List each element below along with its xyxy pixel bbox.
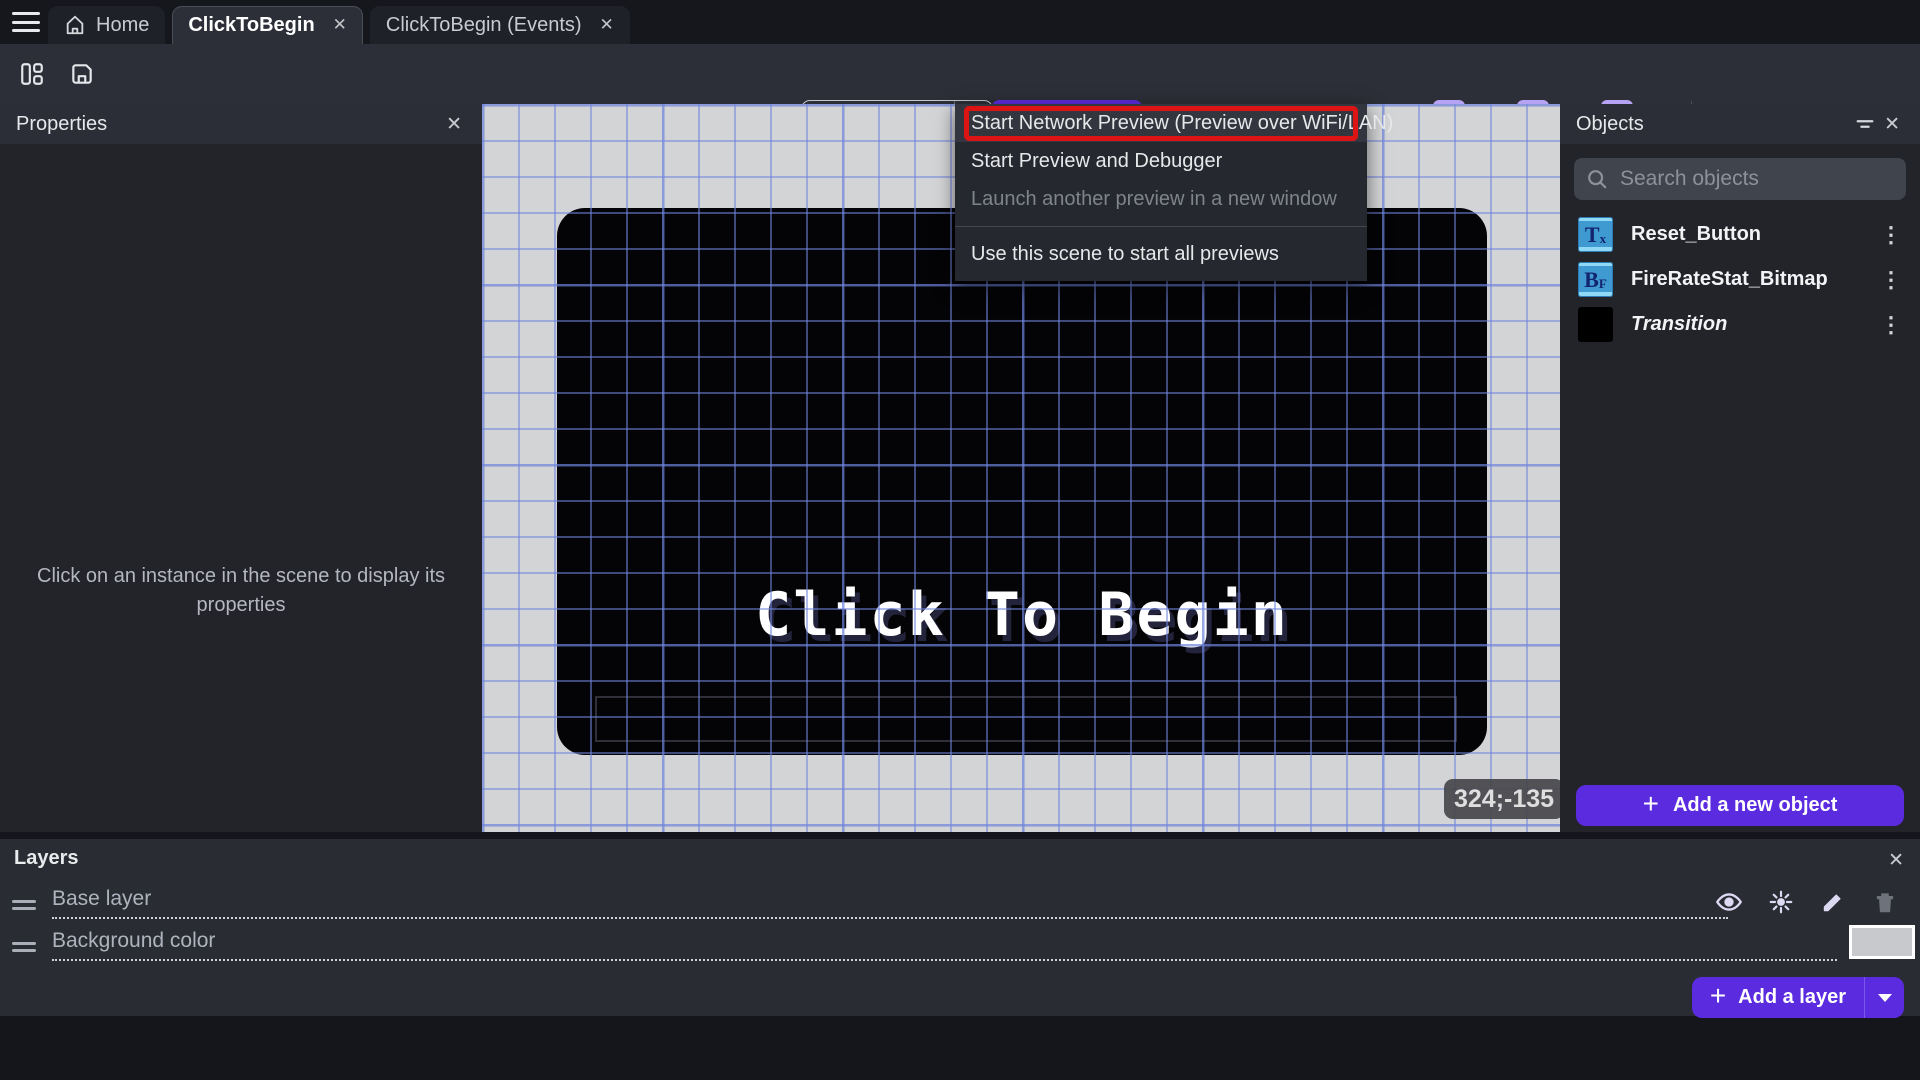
main-toolbar: Preview Publish xyxy=(0,44,1920,140)
game-screen-background[interactable]: Click To Begin xyxy=(557,208,1487,755)
background-color-swatch[interactable] xyxy=(1849,925,1915,959)
search-objects-input[interactable] xyxy=(1620,167,1894,191)
tab-label: ClickToBegin xyxy=(188,13,315,36)
object-row-transition[interactable]: Transition ⋮ xyxy=(1560,302,1920,347)
object-name: Reset_Button xyxy=(1631,223,1762,245)
object-menu-icon[interactable]: ⋮ xyxy=(1876,222,1906,248)
gdevelop-editor-window: Home ClickToBegin ✕ ClickToBegin (Events… xyxy=(0,0,1920,1080)
sprite-object-icon xyxy=(1578,307,1613,342)
menu-divider xyxy=(955,226,1367,227)
layer-row-base-layer[interactable]: Base layer xyxy=(12,879,1728,919)
chevron-down-icon xyxy=(1877,993,1892,1002)
toolbar-left-group xyxy=(16,58,98,90)
layer-name[interactable]: Base layer xyxy=(52,887,1728,919)
layers-panel-title: Layers xyxy=(14,847,79,869)
menu-item-use-scene-for-previews[interactable]: Use this scene to start all previews xyxy=(955,235,1367,273)
close-objects-icon[interactable]: ✕ xyxy=(1880,109,1904,140)
layers-panel: Layers ✕ Base layer Background color + A… xyxy=(0,839,1920,1018)
close-layers-icon[interactable]: ✕ xyxy=(1884,845,1908,876)
click-to-begin-text-instance[interactable]: Click To Begin xyxy=(557,580,1487,650)
close-tab-icon[interactable]: ✕ xyxy=(333,15,347,35)
tab-scene-clicktobegin[interactable]: ClickToBegin ✕ xyxy=(172,6,363,44)
object-name: FireRateStat_Bitmap xyxy=(1631,268,1828,290)
add-object-label: Add a new object xyxy=(1672,794,1838,816)
add-layer-split-button: + Add a layer xyxy=(1691,977,1904,1018)
base-layer-actions xyxy=(1712,885,1902,919)
home-icon xyxy=(64,14,86,36)
tab-label: Home xyxy=(96,13,150,36)
tab-label: ClickToBegin (Events) xyxy=(385,13,582,36)
close-tab-icon[interactable]: ✕ xyxy=(600,15,614,35)
layers-region: Layers ✕ Base layer Background color + A… xyxy=(0,832,1920,1080)
add-layer-label: Add a layer xyxy=(1738,986,1846,1008)
drag-handle-icon[interactable] xyxy=(12,900,36,910)
menu-item-launch-another-preview: Launch another preview in a new window xyxy=(971,188,1337,210)
tab-events-clicktobegin[interactable]: ClickToBegin (Events) ✕ xyxy=(369,6,630,44)
edit-layer-icon[interactable] xyxy=(1816,885,1850,919)
properties-panel-header: Properties ✕ xyxy=(0,104,482,144)
instance-bounding-box xyxy=(595,696,1457,742)
object-row-fireratestat-bitmap[interactable]: BF FireRateStat_Bitmap ⋮ xyxy=(1560,257,1920,302)
save-icon[interactable] xyxy=(66,58,98,90)
objects-search-box xyxy=(1574,158,1906,200)
objects-list: Tx Reset_Button ⋮ BF FireRateStat_Bitmap… xyxy=(1560,212,1920,347)
layer-name[interactable]: Background color xyxy=(52,929,1837,961)
text-object-icon: Tx xyxy=(1578,217,1613,252)
object-menu-icon[interactable]: ⋮ xyxy=(1876,267,1906,293)
tab-bar: Home ClickToBegin ✕ ClickToBegin (Events… xyxy=(0,0,1920,44)
object-name: Transition xyxy=(1631,313,1728,335)
drag-handle-icon[interactable] xyxy=(12,942,36,952)
layer-row-background-color[interactable]: Background color xyxy=(12,921,1837,961)
search-icon xyxy=(1586,168,1608,190)
properties-empty-message: Click on an instance in the scene to dis… xyxy=(37,565,445,616)
editor-tabs: Home ClickToBegin ✕ ClickToBegin (Events… xyxy=(48,6,630,44)
plus-icon: + xyxy=(1642,788,1659,819)
properties-panel-title: Properties xyxy=(16,112,108,135)
layer-visibility-icon[interactable] xyxy=(1712,885,1746,919)
open-panels-icon[interactable] xyxy=(16,58,48,90)
close-properties-icon[interactable]: ✕ xyxy=(442,109,466,140)
menu-item-start-preview-debugger[interactable]: Start Preview and Debugger xyxy=(955,142,1367,180)
preview-options-menu: Start Network Preview (Preview over WiFi… xyxy=(955,104,1393,281)
layer-effects-icon[interactable] xyxy=(1764,885,1798,919)
object-row-reset-button[interactable]: Tx Reset_Button ⋮ xyxy=(1560,212,1920,257)
cursor-coordinates-badge: 324;-135 xyxy=(1444,779,1560,819)
objects-panel: Objects ✕ Tx Reset_Button ⋮ BF xyxy=(1560,104,1920,832)
add-layer-dropdown-button[interactable] xyxy=(1864,977,1904,1018)
filter-objects-icon[interactable] xyxy=(1850,109,1880,139)
objects-panel-title: Objects xyxy=(1576,112,1644,135)
main-menu-icon[interactable] xyxy=(12,9,42,35)
delete-layer-icon[interactable] xyxy=(1868,885,1902,919)
object-menu-icon[interactable]: ⋮ xyxy=(1876,312,1906,338)
objects-panel-header: Objects ✕ xyxy=(1560,104,1920,144)
add-layer-button[interactable]: + Add a layer xyxy=(1692,977,1864,1018)
plus-icon: + xyxy=(1709,980,1727,1011)
properties-panel: Properties ✕ Click on an instance in the… xyxy=(0,104,482,832)
add-new-object-button[interactable]: + Add a new object xyxy=(1576,785,1904,826)
tab-home[interactable]: Home xyxy=(48,6,166,44)
menu-item-start-network-preview[interactable]: Start Network Preview (Preview over WiFi… xyxy=(955,104,1393,142)
bitmap-font-object-icon: BF xyxy=(1578,262,1613,297)
